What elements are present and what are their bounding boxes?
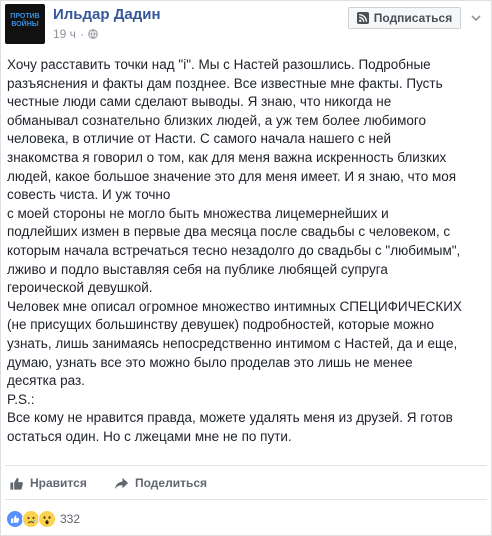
post-text-line: Хочу расставить точки над "i". Мы с Наст… <box>7 57 431 72</box>
rss-icon <box>356 12 369 24</box>
post-card: ПРОТИВ ВОЙНЫ Ильдар Дадин 19 ч · Подписат… <box>0 0 492 536</box>
subscribe-label: Подписаться <box>373 11 453 25</box>
post-text-line: (не присущих большинству девушек) подроб… <box>7 317 435 333</box>
post-timestamp[interactable]: 19 ч <box>53 27 76 41</box>
avatar-text-line-2: ВОЙНЫ <box>11 21 39 28</box>
post-text-line: подлейших измен в первые два месяца посл… <box>7 224 451 240</box>
like-button[interactable]: Нравится <box>9 474 87 492</box>
reactions-summary[interactable]: 332 <box>6 510 80 528</box>
share-button[interactable]: Поделиться <box>114 474 207 492</box>
post-text-line: которым начала встречаться тесно незадол… <box>7 242 461 258</box>
post-text-line: остаться один. Но с лжецами мне не по пу… <box>7 428 292 444</box>
post-text-line: лживо и подло выставляя себя на публике … <box>7 261 388 277</box>
post-text-line: знакомства я говорил о том, как для меня… <box>7 149 447 165</box>
post-text-line: разъяснения и факты дам позднее. Все изв… <box>7 75 443 91</box>
post-text-line: узнать, лишь занимаясь непосредственно и… <box>7 335 458 351</box>
post-text-line: думаю, узнать все это можно было продела… <box>7 354 413 370</box>
like-label: Нравится <box>30 476 87 490</box>
author-name[interactable]: Ильдар Дадин <box>53 6 161 23</box>
wow-reaction-icon <box>38 510 56 528</box>
share-icon <box>114 477 129 489</box>
post-text-line: Человек мне описал огромное множество ин… <box>7 298 462 314</box>
globe-icon <box>88 29 98 39</box>
thumbs-up-icon <box>10 477 23 490</box>
post-text: Хочу расставить точки над "i". Мы с Наст… <box>7 56 487 446</box>
post-text-line: обманывал сознательно близких людей, а у… <box>7 112 426 128</box>
reaction-count: 332 <box>60 512 81 526</box>
divider <box>5 465 487 466</box>
post-text-line: совесть чиста. И уж точно <box>7 187 171 203</box>
post-text-line: с моей стороны не могло быть множества л… <box>7 205 389 221</box>
avatar-text-line-1: ПРОТИВ <box>10 13 40 20</box>
chevron-down-icon[interactable] <box>469 11 483 25</box>
post-text-line: десятка раз. <box>7 373 85 389</box>
post-text-line: Все кому не нравится правда, можете удал… <box>7 410 453 426</box>
post-text-line: героической девушкой. <box>7 280 153 296</box>
post-text-line: P.S.: <box>7 391 35 407</box>
post-text-line: людей, какое большое значение это для ме… <box>7 168 457 184</box>
post-meta: 19 ч · <box>53 27 98 41</box>
divider <box>5 499 487 500</box>
share-label: Поделиться <box>135 476 208 490</box>
avatar[interactable]: ПРОТИВ ВОЙНЫ <box>5 4 45 44</box>
subscribe-button[interactable]: Подписаться <box>348 7 461 29</box>
post-text-line: человека, в отличие от Насти. С самого н… <box>7 131 391 147</box>
post-text-line: честные люди сами сделают выводы. Я знаю… <box>7 94 392 110</box>
